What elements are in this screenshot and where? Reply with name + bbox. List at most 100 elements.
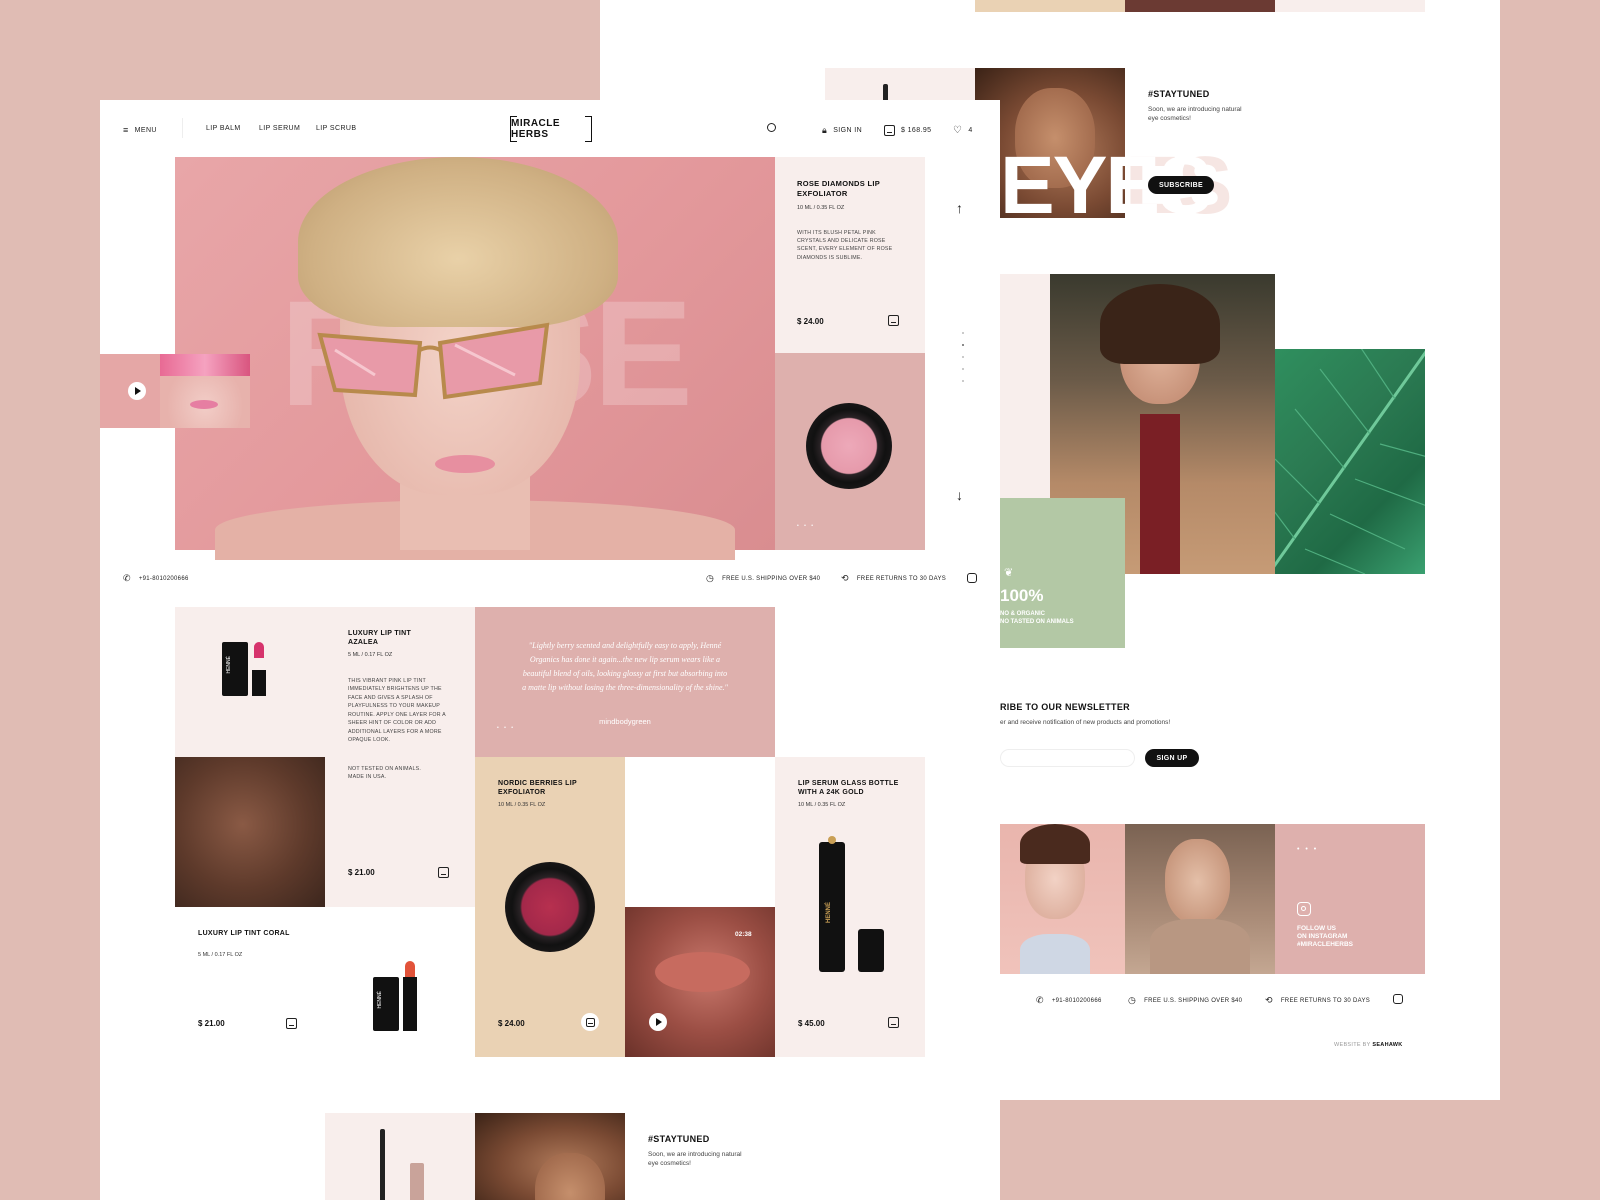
- nav-lip-serum[interactable]: LIP SERUM: [259, 125, 300, 132]
- azalea-lipstick: HENNÉ: [222, 642, 266, 696]
- curly-hair-model-photo: [475, 1113, 625, 1200]
- organic-box: ❦ 100% NO & ORGANIC NO TASTED ON ANIMALS: [1000, 498, 1125, 648]
- newsletter-signup-button[interactable]: SIGN UP: [1145, 749, 1199, 767]
- coral-name: LUXURY LIP TINT CORAL: [198, 930, 290, 937]
- top-strip-cream: [1275, 0, 1425, 12]
- azalea-note: NOT TESTED ON ANIMALS. MADE IN USA.: [348, 766, 422, 781]
- footer-credit[interactable]: WEBSITE BY SEAHAWK: [1334, 1042, 1403, 1048]
- newsletter-email-input[interactable]: [1000, 749, 1135, 767]
- lipstick-tube: [252, 670, 266, 696]
- nav-lip-balm[interactable]: LIP BALM: [206, 125, 241, 132]
- newsletter-title: RIBE TO OUR NEWSLETTER: [1000, 702, 1130, 712]
- organic-percent: 100%: [1000, 586, 1044, 605]
- mascara-wand: [883, 84, 888, 100]
- mascara-card: [325, 1113, 475, 1200]
- model-hair: [1020, 824, 1090, 864]
- play-icon[interactable]: [649, 1013, 667, 1031]
- add-to-cart-button[interactable]: [581, 1013, 599, 1031]
- featured-product-description: WITH ITS BLUSH PETAL PINK CRYSTALS AND D…: [797, 229, 893, 261]
- phone-contact[interactable]: ✆ +91-8010200666: [123, 573, 189, 584]
- add-to-cart-icon[interactable]: [438, 867, 449, 878]
- hero-video-thumbnail[interactable]: [100, 354, 250, 428]
- slider-pagination[interactable]: [962, 332, 964, 392]
- model-face: [535, 1153, 605, 1200]
- serum-size: 10 ML / 0.35 FL OZ: [798, 802, 846, 808]
- instagram-line2: ON INSTAGRAM: [1297, 933, 1348, 940]
- brand-logo[interactable]: MIRACLE HERBS: [510, 114, 592, 144]
- model-photo-dark-skin: [175, 757, 325, 907]
- arrow-down-icon[interactable]: ↓: [956, 487, 963, 503]
- lips-closeup: [655, 952, 750, 992]
- organic-line1: NO & ORGANIC: [1000, 611, 1045, 617]
- organic-line2: NO TASTED ON ANIMALS: [1000, 619, 1074, 625]
- serum-price: $ 45.00: [798, 1019, 825, 1028]
- returns-info: ⟲ FREE RETURNS TO 30 DAYS: [841, 573, 947, 583]
- slide-dots[interactable]: • • •: [797, 523, 815, 529]
- featured-product-card[interactable]: ROSE DIAMONDS LIP EXFOLIATOR 10 ML / 0.3…: [775, 157, 925, 353]
- instagram-line1: FOLLOW US: [1297, 925, 1336, 932]
- model-hair: [298, 157, 618, 327]
- stay-tuned-text: Soon, we are introducing natural eye cos…: [1148, 106, 1242, 123]
- coral-lipstick: HENNÉ: [373, 961, 417, 1031]
- lipstick-brand: HENNÉ: [226, 656, 232, 674]
- featured-product-image[interactable]: • • •: [775, 353, 925, 550]
- nav-lip-scrub[interactable]: LIP SCRUB: [316, 125, 356, 132]
- search-icon[interactable]: [767, 123, 776, 132]
- stay-tuned-text-front: Soon, we are introducing natural eye cos…: [648, 1151, 742, 1168]
- lock-icon: 🔒︎: [822, 125, 828, 135]
- featured-product-name: ROSE DIAMONDS LIP EXFOLIATOR: [797, 179, 880, 198]
- coral-price: $ 21.00: [198, 1019, 225, 1028]
- product-card-lip-serum[interactable]: LIP SERUM GLASS BOTTLE WITH A 24K GOLD 1…: [775, 757, 925, 1057]
- shipping-icon: ◷: [1128, 995, 1137, 1005]
- lipstick-tube: [403, 977, 417, 1031]
- quote-slide-dots[interactable]: • • •: [497, 725, 515, 731]
- nordic-price: $ 24.00: [498, 1019, 525, 1028]
- newsletter-text: er and receive notification of new produ…: [1000, 719, 1171, 726]
- leaf-photo: [1275, 349, 1425, 574]
- model-lips: [435, 455, 495, 473]
- leaf-icon: ❦: [1004, 567, 1014, 579]
- nordic-name: NORDIC BERRIES LIP EXFOLIATOR: [498, 780, 577, 797]
- azalea-card-continued: NOT TESTED ON ANIMALS. MADE IN USA. $ 21…: [325, 757, 475, 907]
- back-instagram-icon[interactable]: [1393, 994, 1403, 1004]
- video-duration: 02:38: [735, 931, 752, 938]
- instagram-photo-2: [1125, 824, 1275, 974]
- stay-tuned-title-front: #STAYTUNED: [648, 1134, 710, 1144]
- lipstick-cap: HENNÉ: [222, 642, 248, 696]
- leaf-veins: [1275, 349, 1425, 574]
- back-phone[interactable]: ✆ +91-8010200666: [1036, 995, 1102, 1006]
- play-icon[interactable]: [128, 382, 146, 400]
- serum-brand: HENNÉ: [826, 902, 832, 924]
- arrow-up-icon[interactable]: ↑: [956, 200, 963, 216]
- instagram-cta-card[interactable]: • • • FOLLOW US ON INSTAGRAM #MIRACLEHER…: [1275, 824, 1425, 974]
- lipstick-brand: HENNÉ: [377, 991, 383, 1009]
- azalea-description: THIS VIBRANT PINK LIP TINT IMMEDIATELY B…: [348, 678, 446, 744]
- returns-icon: ⟲: [1265, 995, 1273, 1005]
- serum-name: LIP SERUM GLASS BOTTLE WITH A 24K GOLD: [798, 780, 899, 797]
- instagram-icon[interactable]: [967, 573, 977, 583]
- product-card-nordic-berries[interactable]: NORDIC BERRIES LIP EXFOLIATOR 10 ML / 0.…: [475, 757, 625, 1057]
- model-scarf: [1140, 414, 1180, 574]
- menu-button[interactable]: ≡ MENU: [123, 125, 157, 135]
- concealer-tube: [410, 1163, 424, 1200]
- add-to-cart-icon[interactable]: [888, 1017, 899, 1028]
- model-hair: [1100, 284, 1220, 364]
- wishlist-button[interactable]: ♡ 4: [953, 125, 973, 136]
- top-strip-sand: [975, 0, 1125, 12]
- subscribe-button[interactable]: SUBSCRIBE: [1148, 176, 1214, 194]
- shipping-info: ◷ FREE U.S. SHIPPING OVER $40: [706, 573, 821, 583]
- add-to-cart-icon[interactable]: [888, 315, 899, 326]
- mascara-wand: [380, 1129, 385, 1200]
- featured-product-size: 10 ML / 0.35 FL OZ: [797, 204, 845, 211]
- product-card-coral[interactable]: LUXURY LIP TINT CORAL 5 ML / 0.17 FL OZ …: [175, 907, 475, 1057]
- lip-video-thumbnail[interactable]: 02:38: [625, 907, 775, 1057]
- instagram-line3: #MIRACLEHERBS: [1297, 941, 1353, 948]
- lipstick-bullet: [254, 642, 264, 658]
- stay-tuned-title: #STAYTUNED: [1148, 89, 1210, 99]
- press-quote-card: "Lightly berry scented and delightfully …: [475, 607, 775, 757]
- sign-in-link[interactable]: 🔒︎ SIGN IN: [822, 125, 862, 136]
- model-sunglasses: [317, 322, 550, 400]
- add-to-cart-icon[interactable]: [286, 1018, 297, 1029]
- cart-button[interactable]: $ 168.95: [884, 125, 931, 136]
- top-strip-photo: [1125, 0, 1275, 12]
